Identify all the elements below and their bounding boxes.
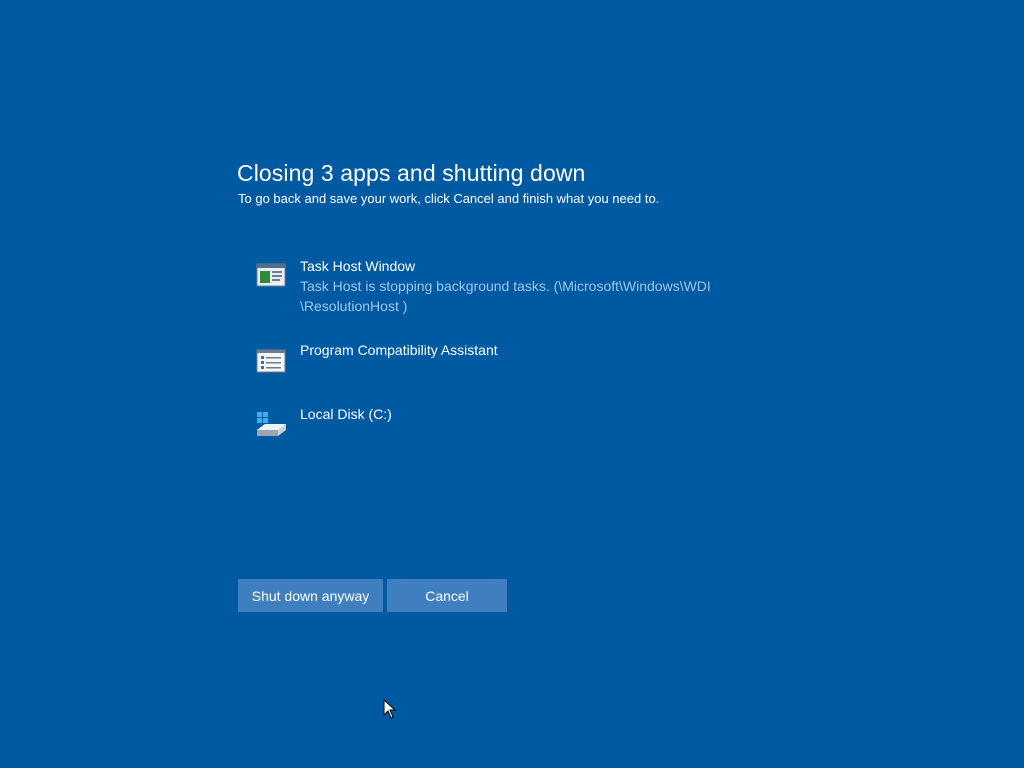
app-details: Task Host Window Task Host is stopping b… xyxy=(300,256,800,316)
app-status-continued: \ResolutionHost ) xyxy=(300,298,408,314)
shutdown-screen: Closing 3 apps and shutting down To go b… xyxy=(0,0,1024,768)
list-item: Program Compatibility Assistant xyxy=(255,340,815,404)
window-icon xyxy=(256,263,286,287)
drive-icon xyxy=(257,412,286,436)
app-name: Local Disk (C:) xyxy=(300,406,392,422)
shut-down-anyway-button[interactable]: Shut down anyway xyxy=(238,579,383,612)
app-name: Program Compatibility Assistant xyxy=(300,342,498,358)
app-name: Task Host Window xyxy=(300,258,416,274)
app-details: Local Disk (C:) xyxy=(300,404,800,424)
list-window-icon xyxy=(256,349,286,373)
page-subtitle: To go back and save your work, click Can… xyxy=(238,191,660,206)
list-item: Local Disk (C:) xyxy=(255,404,815,468)
app-details: Program Compatibility Assistant xyxy=(300,340,800,360)
blocking-apps-list: Task Host Window Task Host is stopping b… xyxy=(255,256,815,468)
action-buttons: Shut down anyway Cancel xyxy=(238,579,507,612)
list-item: Task Host Window Task Host is stopping b… xyxy=(255,256,815,340)
app-status: Task Host is stopping background tasks. … xyxy=(300,278,711,294)
page-title: Closing 3 apps and shutting down xyxy=(237,160,586,186)
cancel-button[interactable]: Cancel xyxy=(387,579,507,612)
mouse-pointer-icon xyxy=(383,699,397,719)
